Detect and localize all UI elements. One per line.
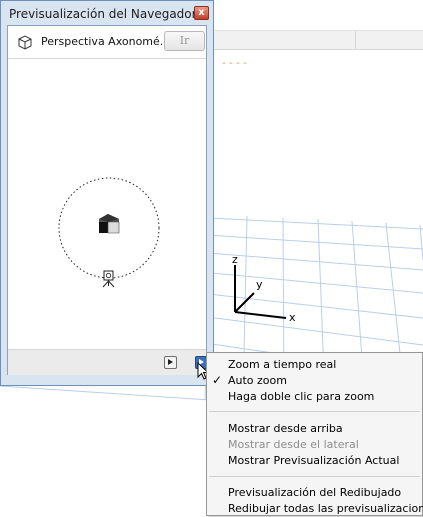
menu-item-auto-zoom[interactable]: ✓ Auto zoom [207,373,422,389]
axis-label-x: x [289,311,296,324]
camera-icon[interactable] [102,270,115,288]
current-view-name: Perspectiva Axonomé... [41,35,171,48]
axonometry-box-icon [18,35,32,50]
axis-label-y: y [256,278,263,291]
navigator-preview-palette: Previsualización del Navegador x Perspec… [0,0,214,386]
play-small-icon[interactable] [164,356,177,369]
preview-bottombar [8,349,208,375]
menu-item-redraw-preview[interactable]: Previsualización del Redibujado [207,485,422,501]
preview-canvas[interactable] [8,59,206,349]
menu-item-realtime-zoom[interactable]: Zoom a tiempo real [207,357,422,373]
close-icon[interactable]: x [194,6,209,20]
menu-separator [209,476,420,477]
menu-item-show-from-top[interactable]: Mostrar desde arriba [207,421,422,437]
palette-titlebar[interactable]: Previsualización del Navegador x [1,1,213,27]
menu-separator [209,411,420,412]
house-model-icon [99,214,120,234]
preview-panel: Perspectiva Axonomé... Ir [7,25,208,375]
go-button[interactable]: Ir [164,31,205,51]
menu-item-double-click-zoom[interactable]: Haga doble clic para zoom [207,389,422,405]
menu-item-show-current-preview[interactable]: Mostrar Previsualización Actual [207,453,422,469]
palette-title: Previsualización del Navegador [9,7,197,21]
menu-item-show-from-side: Mostrar desde el lateral [228,438,359,451]
menu-item-redraw-all-previews[interactable]: Redibujar todas las previsualizaciones [207,501,423,517]
preview-options-menu: Zoom a tiempo real ✓ Auto zoom Haga dobl… [206,352,423,516]
checkmark-icon: ✓ [212,373,223,387]
axis-label-z: z [232,253,238,266]
axis-gizmo [234,265,287,319]
current-view-row: Perspectiva Axonomé... Ir [8,26,206,59]
